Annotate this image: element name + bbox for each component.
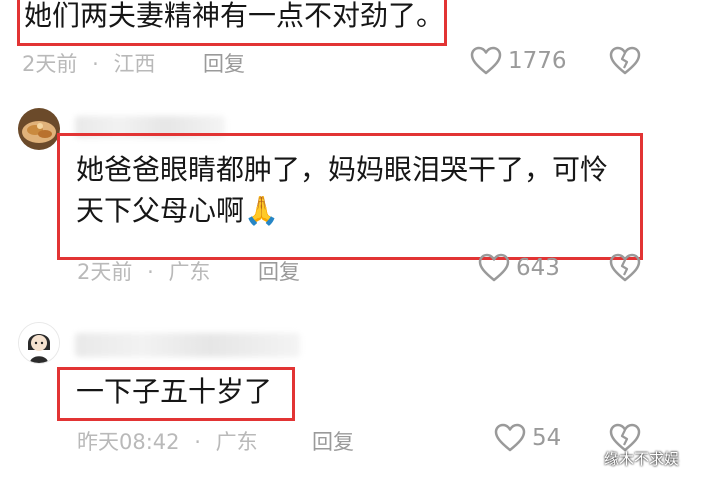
comment-1-time: 2天前 (22, 52, 78, 76)
comment-2-text: 她爸爸眼睛都肿了，妈妈眼泪哭干了，可怜 天下父母心啊🙏 (76, 150, 608, 231)
comment-2-time: 2天前 (77, 260, 133, 284)
heart-outline-icon (478, 253, 510, 282)
comment-1-dislike-button[interactable] (609, 46, 641, 76)
comment-3-username-blurred (75, 333, 300, 357)
comment-2-like-count: 643 (516, 255, 560, 281)
comment-3-like-button[interactable]: 54 (494, 423, 561, 453)
comment-2-meta: 2天前 · 广东 (77, 256, 210, 286)
cartoon-avatar-icon (19, 323, 59, 363)
comment-3-avatar[interactable] (18, 322, 60, 364)
heart-outline-icon (470, 46, 502, 75)
comment-2-location: 广东 (168, 260, 211, 284)
comment-3-location: 广东 (215, 430, 258, 454)
comment-2-text-line-2: 天下父母心啊🙏 (76, 193, 279, 227)
comment-2-dislike-button[interactable] (609, 253, 641, 283)
comment-1: 她们两夫妻精神有一点不对劲了。 2天前 · 江西 回复 1776 (0, 0, 715, 90)
comment-2-avatar[interactable] (18, 108, 60, 150)
comment-2-text-line-1: 她爸爸眼睛都肿了，妈妈眼泪哭干了，可怜 (76, 153, 609, 186)
broken-heart-icon (609, 253, 641, 282)
comment-1-location: 江西 (113, 52, 156, 76)
comment-1-reply-button[interactable]: 回复 (203, 48, 245, 78)
broken-heart-icon (609, 46, 641, 75)
comment-3-reply-button[interactable]: 回复 (312, 426, 354, 456)
food-avatar-icon (18, 108, 60, 150)
comment-2-like-button[interactable]: 643 (478, 253, 560, 283)
meta-separator: · (147, 260, 154, 284)
heart-outline-icon (494, 423, 526, 452)
meta-separator: · (92, 52, 99, 76)
comment-2-reply-button[interactable]: 回复 (258, 256, 300, 286)
comment-3-meta: 昨天08:42 · 广东 (77, 426, 258, 456)
comment-1-like-count: 1776 (508, 48, 567, 74)
comment-1-like-button[interactable]: 1776 (470, 46, 567, 76)
comment-3-like-count: 54 (532, 425, 562, 451)
comment-3-text: 一下子五十岁了 (76, 375, 273, 408)
comment-3-time: 昨天08:42 (77, 430, 180, 454)
comment-1-meta: 2天前 · 江西 (22, 48, 155, 78)
meta-separator: · (194, 430, 201, 454)
watermark: 缘木不求娱 (604, 450, 680, 468)
comment-1-text: 她们两夫妻精神有一点不对劲了。 (24, 0, 445, 32)
